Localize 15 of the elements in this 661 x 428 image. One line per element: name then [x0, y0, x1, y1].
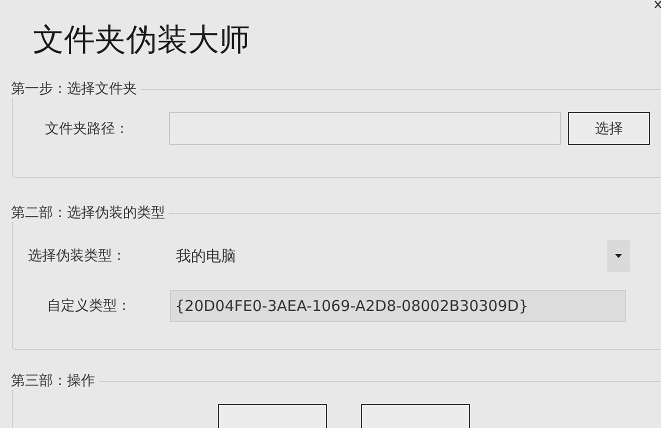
- group-title: 第三部：操作: [11, 372, 96, 390]
- action-button[interactable]: [361, 404, 470, 428]
- window-title: 文件夹伪装大师: [32, 21, 250, 60]
- custom-type-field[interactable]: {20D04FE0-3AEA-1069-A2D8-08002B30309D}: [170, 290, 626, 322]
- browse-button[interactable]: 选择: [568, 112, 650, 145]
- group-title: 第二部：选择伪装的类型: [11, 204, 166, 222]
- group-title: 第一步：选择文件夹: [11, 80, 138, 98]
- field-label: 自定义类型：: [47, 297, 132, 315]
- field-label: 选择伪装类型：: [28, 247, 127, 265]
- field-label: 文件夹路径：: [45, 120, 130, 138]
- type-dropdown[interactable]: 我的电脑: [170, 240, 630, 272]
- close-icon[interactable]: [654, 0, 661, 9]
- path-field[interactable]: [169, 112, 561, 145]
- caret-icon: [615, 254, 622, 258]
- action-button[interactable]: [218, 404, 327, 428]
